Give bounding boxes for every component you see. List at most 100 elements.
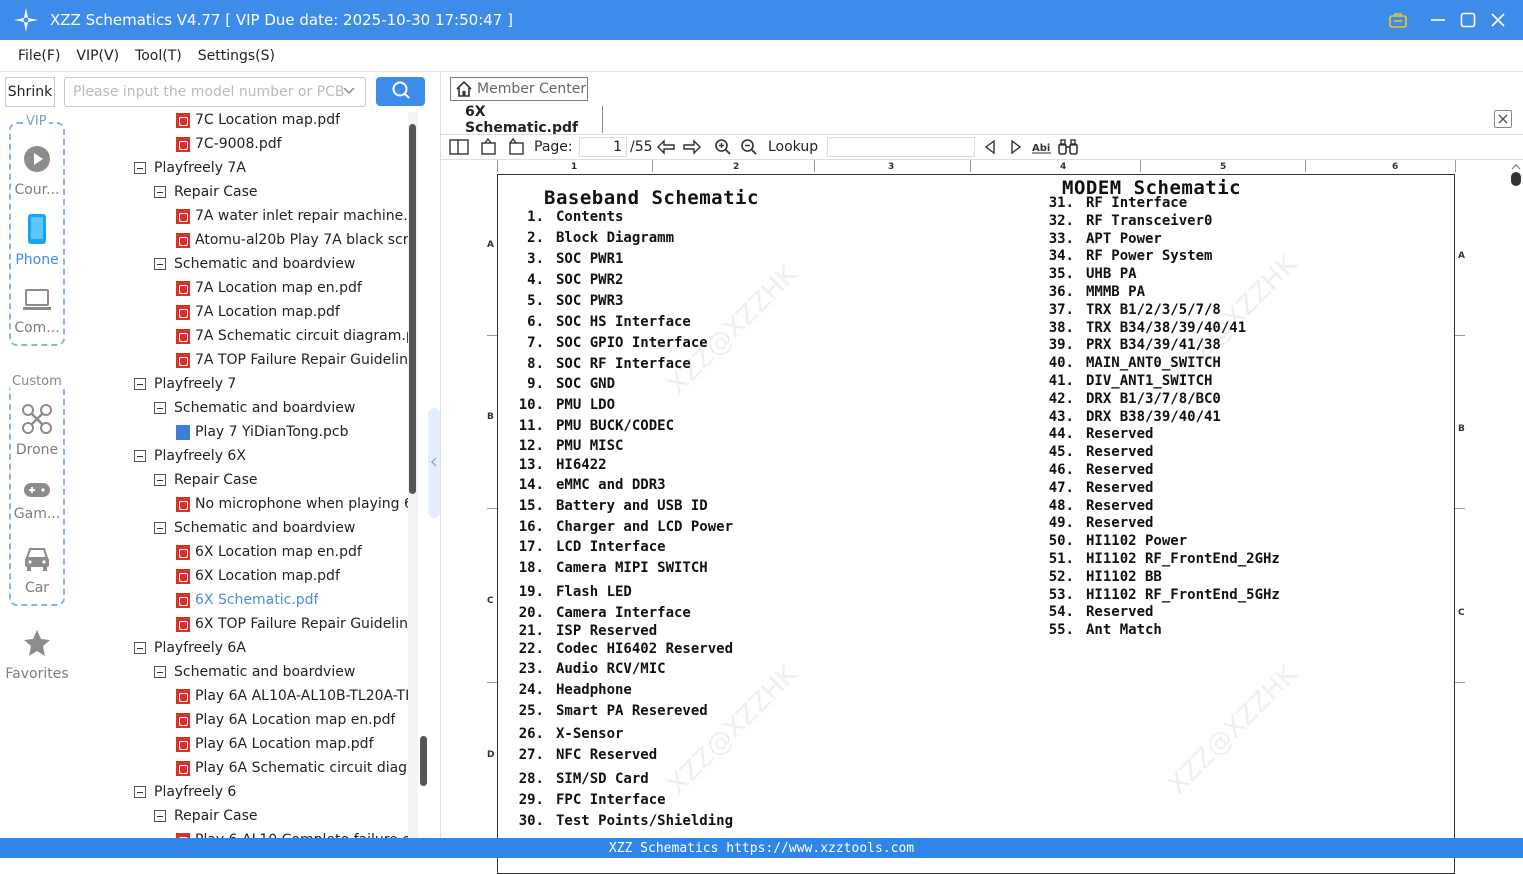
tree-file[interactable]: Atomu-al20b Play 7A black screen — [176, 228, 408, 252]
tree-file[interactable]: 7A Schematic circuit diagram.pdf — [176, 324, 408, 348]
pdf-file-icon — [176, 232, 190, 248]
tree-file[interactable]: Play 6A Location map en.pdf — [176, 708, 408, 732]
zoom-out-icon[interactable] — [738, 137, 760, 157]
tree-folder[interactable]: Playfreely 7 — [134, 372, 408, 396]
binoculars-icon[interactable] — [1057, 137, 1079, 157]
tree-file[interactable]: 6X Schematic.pdf — [176, 588, 408, 612]
search-button[interactable] — [376, 77, 425, 106]
zoom-in-icon[interactable] — [712, 137, 734, 157]
rail-item-drone[interactable]: Drone — [0, 404, 74, 458]
close-icon[interactable] — [1483, 0, 1513, 40]
toc-title: Test Points/Shielding — [556, 813, 734, 829]
pdf-vertical-scrollbar[interactable] — [1509, 160, 1523, 838]
collapse-toggle-icon[interactable] — [134, 642, 146, 654]
member-center-button[interactable]: Member Center — [450, 77, 588, 101]
find-prev-icon[interactable] — [979, 137, 1001, 157]
model-tree: 7C Location map.pdf 7C-9008.pdf Playfreely… — [74, 112, 418, 838]
prev-page-icon[interactable] — [655, 137, 677, 157]
tree-file[interactable]: 7A Location map en.pdf — [176, 276, 408, 300]
menu-tool[interactable]: Tool(T) — [135, 48, 182, 64]
tree-folder[interactable]: Repair Case — [154, 180, 408, 204]
rail-item-phone[interactable]: Phone — [0, 214, 74, 268]
rail-item-game[interactable]: Gam... — [0, 482, 74, 522]
rail-item-favorites[interactable]: Favorites — [0, 628, 74, 682]
minimize-icon[interactable] — [1423, 0, 1453, 40]
tree-file[interactable]: Play 6 AL10 Complete failure of — [176, 828, 408, 838]
next-page-icon[interactable] — [681, 137, 703, 157]
tree-file[interactable]: 7A TOP Failure Repair Guideline — [176, 348, 408, 372]
tree-file[interactable]: 7A water inlet repair machine.pdf — [176, 204, 408, 228]
vip-bag-icon[interactable] — [1383, 0, 1413, 40]
rail-item-computer[interactable]: Com... — [0, 288, 74, 336]
tree-folder[interactable]: Playfreely 6X — [134, 444, 408, 468]
tree-file[interactable]: Play 6A Location map.pdf — [176, 732, 408, 756]
tree-file[interactable]: 6X Location map.pdf — [176, 564, 408, 588]
tree-scrollbar-thumb[interactable] — [409, 124, 416, 494]
model-search-input[interactable]: Please input the model number or PCB — [64, 77, 366, 107]
tree-folder[interactable]: Repair Case — [154, 468, 408, 492]
tree-folder[interactable]: Schematic and boardview — [154, 516, 408, 540]
rail-item-car[interactable]: Car — [0, 546, 74, 596]
match-case-icon[interactable]: Abi — [1031, 137, 1053, 157]
collapse-toggle-icon[interactable] — [154, 258, 166, 270]
close-tab-icon[interactable] — [1494, 110, 1512, 128]
tree-folder[interactable]: Schematic and boardview — [154, 660, 408, 684]
splitter-collapse-handle[interactable] — [428, 408, 440, 518]
tree-file[interactable]: 7A Location map.pdf — [176, 300, 408, 324]
toc-entry: 7. SOC GPIO Interface — [506, 335, 708, 351]
collapse-toggle-icon[interactable] — [154, 522, 166, 534]
collapse-toggle-icon[interactable] — [134, 378, 146, 390]
collapse-toggle-icon[interactable] — [154, 186, 166, 198]
collapse-toggle-icon[interactable] — [154, 666, 166, 678]
collapse-toggle-icon[interactable] — [154, 402, 166, 414]
tree-file[interactable]: Play 6A AL10A-AL10B-TL20A-TL — [176, 684, 408, 708]
menu-vip[interactable]: VIP(V) — [76, 48, 119, 64]
toc-number: 17. — [518, 539, 544, 555]
shrink-button[interactable]: Shrink — [5, 77, 55, 107]
sidebar-toggle-icon[interactable] — [448, 137, 470, 157]
collapse-toggle-icon[interactable] — [134, 450, 146, 462]
chevron-down-icon[interactable] — [343, 84, 355, 100]
toc-number: 5. — [527, 293, 544, 309]
toc-title: HI1102 Power — [1086, 533, 1188, 550]
title-bar: XZZ Schematics V4.77 [ VIP Due date: 202… — [0, 0, 1523, 40]
find-next-icon[interactable] — [1005, 137, 1027, 157]
menu-settings[interactable]: Settings(S) — [198, 48, 275, 64]
ruler-tick — [1305, 160, 1306, 172]
menu-file[interactable]: File(F) — [18, 48, 60, 64]
collapse-toggle-icon[interactable] — [134, 786, 146, 798]
collapse-toggle-icon[interactable] — [154, 474, 166, 486]
laptop-icon — [0, 288, 74, 316]
toc-title: HI6422 — [556, 457, 607, 473]
tree-file[interactable]: 7C-9008.pdf — [176, 132, 408, 156]
page-number-input[interactable]: 1 — [579, 137, 627, 157]
maximize-icon[interactable] — [1453, 0, 1483, 40]
tree-label: Play 6A Schematic circuit diagram — [195, 760, 408, 776]
rotate-left-icon[interactable] — [478, 137, 500, 157]
tree-file[interactable]: No microphone when playing 6X — [176, 492, 408, 516]
tree-file[interactable]: 6X TOP Failure Repair Guideline — [176, 612, 408, 636]
toc-title: Reserved — [1086, 497, 1154, 514]
toc-entry: 36. MMMB PA — [1036, 284, 1145, 300]
tree-folder[interactable]: Repair Case — [154, 804, 408, 828]
tree-label: 7C Location map.pdf — [195, 112, 341, 128]
tree-file[interactable]: 6X Location map en.pdf — [176, 540, 408, 564]
ruler-tick — [970, 160, 971, 172]
tree-label: Play 7 YiDianTong.pcb — [195, 424, 349, 440]
lookup-input[interactable] — [827, 137, 975, 157]
rail-item-courses[interactable]: Cour... — [0, 144, 74, 198]
tree-file[interactable]: Play 6A Schematic circuit diagram — [176, 756, 408, 780]
tree-horizontal-scroll-thumb[interactable] — [420, 736, 427, 786]
collapse-toggle-icon[interactable] — [154, 810, 166, 822]
tab-6x-schematic[interactable]: 6X Schematic.pdf — [449, 104, 603, 136]
tree-folder[interactable]: Schematic and boardview — [154, 252, 408, 276]
toc-entry: 16. Charger and LCD Power — [506, 519, 733, 535]
rotate-right-icon[interactable] — [505, 137, 527, 157]
tree-folder[interactable]: Playfreely 7A — [134, 156, 408, 180]
tree-folder[interactable]: Playfreely 6 — [134, 780, 408, 804]
tree-file[interactable]: Play 7 YiDianTong.pcb — [176, 420, 408, 444]
tree-file[interactable]: 7C Location map.pdf — [176, 112, 408, 132]
collapse-toggle-icon[interactable] — [134, 162, 146, 174]
tree-folder[interactable]: Schematic and boardview — [154, 396, 408, 420]
tree-folder[interactable]: Playfreely 6A — [134, 636, 408, 660]
